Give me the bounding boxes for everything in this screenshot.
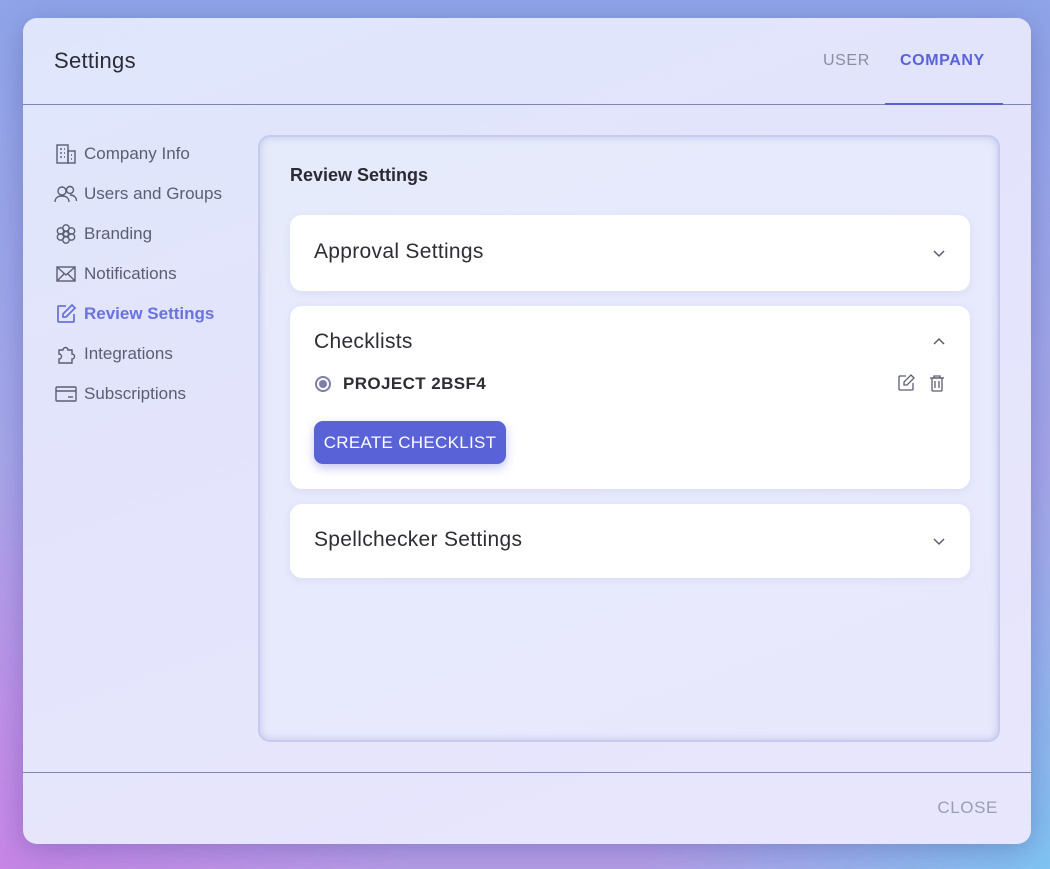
sidebar-item-subscriptions[interactable]: Subscriptions [54,374,264,414]
sidebar-item-company-info[interactable]: Company Info [54,134,264,174]
spellchecker-settings-card[interactable]: Spellchecker Settings [290,504,970,578]
card-title: Checklists [314,330,413,353]
trash-icon[interactable] [928,374,946,392]
tab-user[interactable]: USER [823,52,870,70]
edit-icon [54,302,78,326]
sidebar-item-label: Subscriptions [84,384,187,403]
sidebar-item-users-and-groups[interactable]: Users and Groups [54,174,264,214]
dialog-title: Settings [54,48,136,73]
sidebar-item-review-settings[interactable]: Review Settings [54,294,264,334]
checklist-item-label: PROJECT 2BSF4 [343,374,487,393]
sidebar-item-branding[interactable]: Branding [54,214,264,254]
chevron-down-icon[interactable] [932,534,946,548]
sidebar-item-label: Review Settings [84,304,215,323]
chevron-up-icon[interactable] [932,335,946,349]
card-title: Spellchecker Settings [314,528,523,551]
sidebar-item-integrations[interactable]: Integrations [54,334,264,374]
sidebar-item-label: Users and Groups [84,184,222,203]
tab-company[interactable]: COMPANY [900,52,985,70]
create-checklist-button[interactable]: CREATE CHECKLIST [314,421,506,464]
checklist-radio[interactable] [315,376,331,392]
sidebar-item-label: Integrations [84,344,173,363]
settings-sidebar: Company Info Users and Groups Branding N… [54,134,264,414]
card-icon [54,382,78,406]
envelope-icon [54,262,78,286]
settings-dialog: Settings USER COMPANY Company Info Users… [23,18,1031,844]
review-settings-panel: Review Settings Approval Settings Checkl… [258,135,1000,742]
checklists-card: Checklists PROJECT 2BSF4 CREATE CHECKLIS… [290,306,970,489]
dialog-footer: CLOSE [23,772,1031,844]
sidebar-item-label: Branding [84,224,153,243]
card-title: Approval Settings [314,240,484,263]
dialog-header: Settings USER COMPANY [23,18,1031,105]
sidebar-item-label: Notifications [84,264,177,283]
building-icon [54,142,78,166]
puzzle-icon [54,342,78,366]
panel-title: Review Settings [290,165,429,185]
sidebar-item-label: Company Info [84,144,190,163]
sidebar-item-notifications[interactable]: Notifications [54,254,264,294]
active-tab-indicator [885,103,1003,105]
chevron-down-icon[interactable] [932,246,946,260]
flower-icon [54,222,78,246]
close-button[interactable]: CLOSE [937,798,998,818]
edit-icon[interactable] [897,374,915,392]
users-icon [54,182,78,206]
approval-settings-card[interactable]: Approval Settings [290,215,970,291]
